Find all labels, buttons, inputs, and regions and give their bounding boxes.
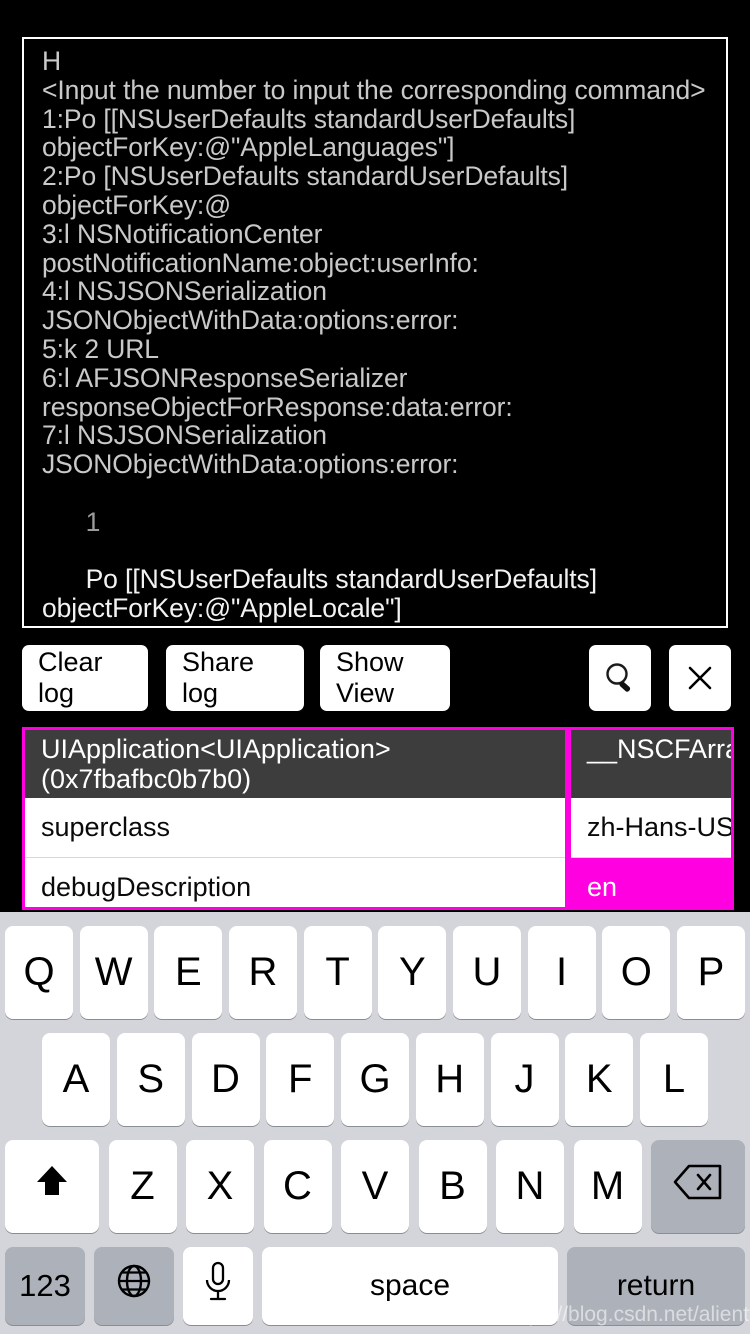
keyboard-row-top: Q W E R T Y U I O P xyxy=(0,926,750,1019)
key-j[interactable]: J xyxy=(490,1033,559,1126)
dictation-key[interactable] xyxy=(183,1247,253,1325)
key-s[interactable]: S xyxy=(116,1033,185,1126)
key-m[interactable]: M xyxy=(573,1140,642,1233)
key-e[interactable]: E xyxy=(154,926,223,1019)
key-q[interactable]: Q xyxy=(5,926,73,1019)
keyboard-row-bottom-letters: Z X C V B N M xyxy=(0,1140,750,1233)
key-u[interactable]: U xyxy=(452,926,521,1019)
inspector-column-0-header[interactable]: UIApplication<UIApplication>(0x7fbafbc0b… xyxy=(25,730,565,798)
inspector-column-1-header[interactable]: __NSCFArray(0x7fbafbc0b7b0) xyxy=(571,730,731,798)
key-p[interactable]: P xyxy=(676,926,745,1019)
key-f[interactable]: F xyxy=(266,1033,335,1126)
globe-key[interactable] xyxy=(94,1247,174,1325)
keyboard-row-home: A S D F G H J K L xyxy=(0,1033,750,1126)
key-w[interactable]: W xyxy=(79,926,148,1019)
shift-arrow-icon xyxy=(29,1159,75,1215)
backspace-icon xyxy=(672,1162,724,1212)
table-row[interactable]: superclass xyxy=(25,798,565,858)
search-button[interactable] xyxy=(589,645,651,711)
console-result-text: Po [[NSUserDefaults standardUserDefaults… xyxy=(42,564,597,626)
clear-log-button[interactable]: Clear log xyxy=(22,645,148,711)
close-button[interactable] xyxy=(669,645,731,711)
key-v[interactable]: V xyxy=(341,1140,409,1233)
key-z[interactable]: Z xyxy=(108,1140,177,1233)
console-entered-number: 1 xyxy=(85,506,101,537)
table-row[interactable]: en xyxy=(571,858,731,907)
key-y[interactable]: Y xyxy=(378,926,447,1019)
key-h[interactable]: H xyxy=(415,1033,484,1126)
key-r[interactable]: R xyxy=(228,926,297,1019)
shift-key[interactable] xyxy=(5,1140,99,1233)
key-i[interactable]: I xyxy=(527,926,596,1019)
share-log-button[interactable]: Share log xyxy=(166,645,304,711)
microphone-icon xyxy=(201,1259,235,1313)
key-x[interactable]: X xyxy=(186,1140,254,1233)
key-d[interactable]: D xyxy=(191,1033,260,1126)
table-row[interactable]: debugDescription xyxy=(25,858,565,907)
key-a[interactable]: A xyxy=(42,1033,110,1126)
magnifier-icon xyxy=(600,658,640,698)
inspector-column-0[interactable]: UIApplication<UIApplication>(0x7fbafbc0b… xyxy=(22,727,568,910)
app-screen: H <Input the number to input the corresp… xyxy=(0,0,750,1334)
numbers-key[interactable]: 123 xyxy=(5,1247,85,1325)
key-c[interactable]: C xyxy=(263,1140,332,1233)
key-n[interactable]: N xyxy=(496,1140,564,1233)
on-screen-keyboard: Q W E R T Y U I O P A S D F G H J K L Z … xyxy=(0,912,750,1334)
key-g[interactable]: G xyxy=(341,1033,409,1126)
space-key[interactable]: space xyxy=(262,1247,558,1325)
table-row[interactable]: zh-Hans-US xyxy=(571,798,731,858)
key-o[interactable]: O xyxy=(602,926,671,1019)
object-inspector-table[interactable]: UIApplication<UIApplication>(0x7fbafbc0b… xyxy=(22,727,734,910)
globe-icon xyxy=(113,1260,155,1312)
inspector-column-1[interactable]: __NSCFArray(0x7fbafbc0b7b0) zh-Hans-US e… xyxy=(568,727,734,910)
key-k[interactable]: K xyxy=(565,1033,634,1126)
show-view-button[interactable]: Show View xyxy=(320,645,450,711)
close-icon xyxy=(682,660,718,696)
log-console-panel[interactable]: H <Input the number to input the corresp… xyxy=(22,37,728,628)
console-toolbar: Clear log Share log Show View xyxy=(0,645,750,713)
key-b[interactable]: B xyxy=(418,1140,487,1233)
backspace-key[interactable] xyxy=(651,1140,745,1233)
key-t[interactable]: T xyxy=(303,926,372,1019)
return-key[interactable]: return xyxy=(567,1247,745,1325)
console-output-block: 1 Po [[NSUserDefaults standardUserDefaul… xyxy=(42,479,712,626)
keyboard-row-function: 123 space return xyxy=(0,1247,750,1325)
key-l[interactable]: L xyxy=(640,1033,708,1126)
console-command-menu: H <Input the number to input the corresp… xyxy=(42,46,706,480)
